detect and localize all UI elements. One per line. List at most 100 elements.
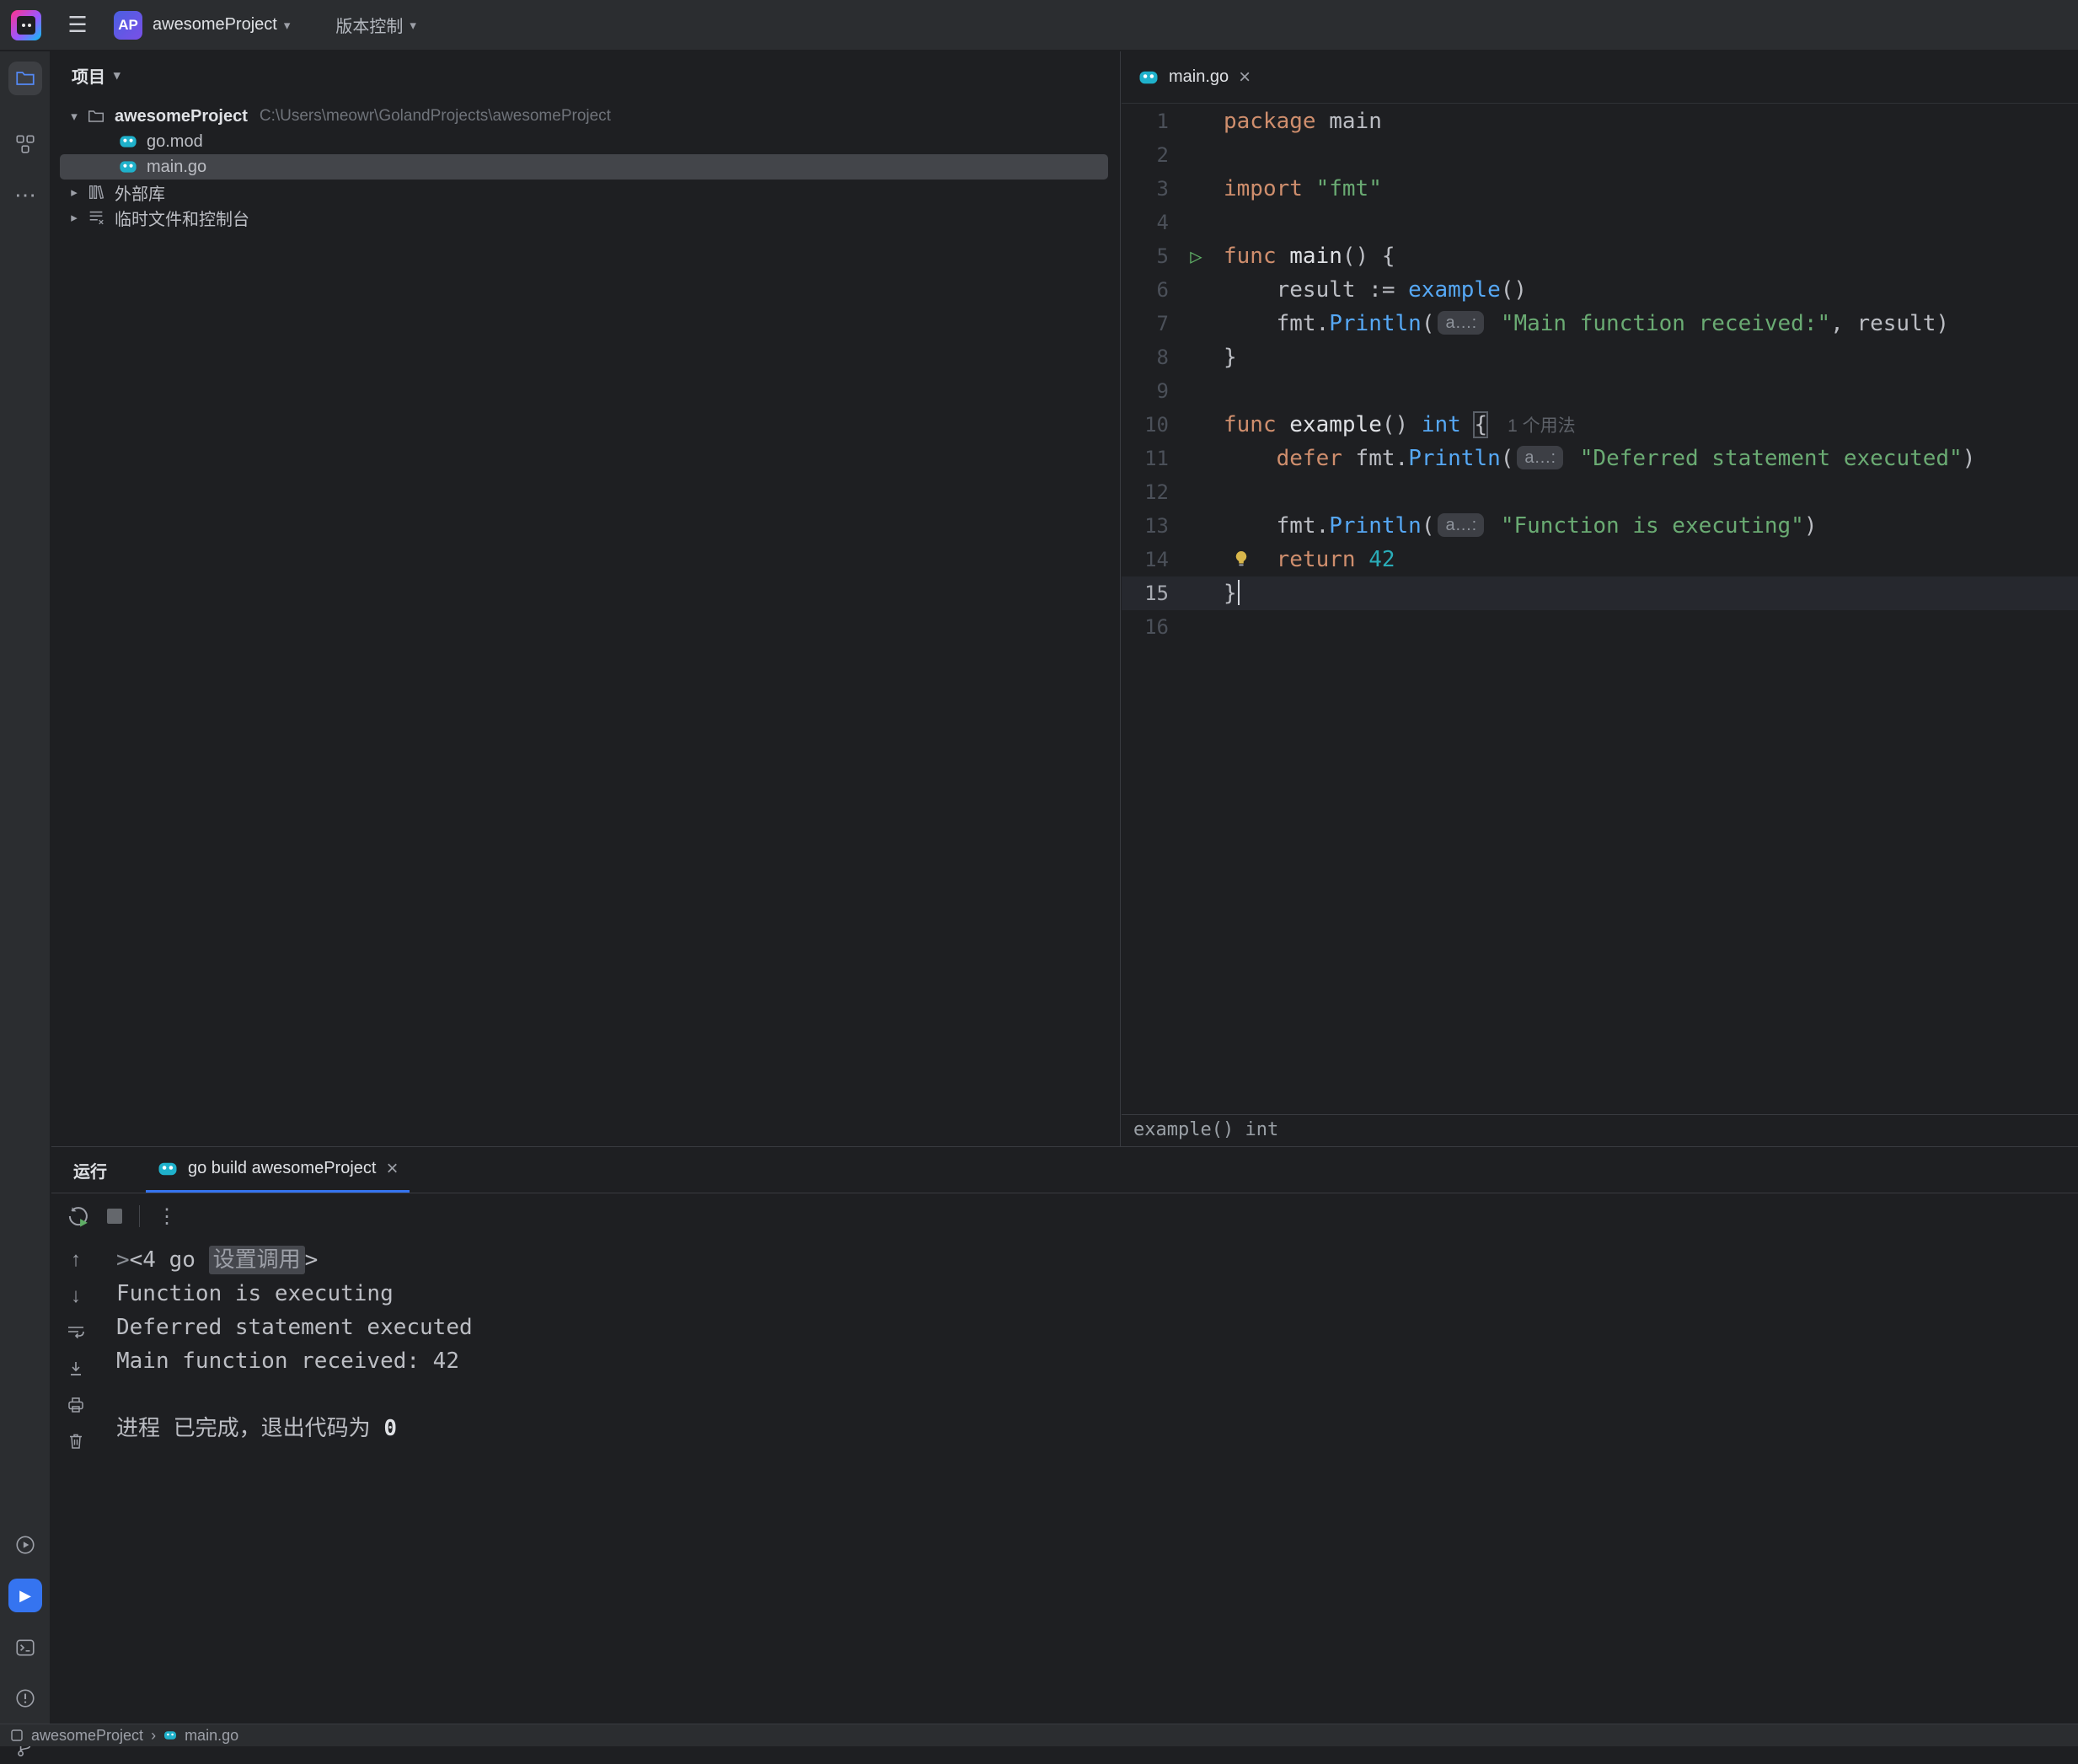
gutter-slot[interactable] — [1169, 374, 1224, 408]
breadcrumb-file[interactable]: main.go — [185, 1727, 238, 1745]
chevron-right-icon[interactable]: ▸ — [63, 210, 85, 225]
project-tool-window-button[interactable] — [8, 62, 42, 95]
tree-row-root[interactable]: ▾ awesomeProject C:\Users\meowr\GolandPr… — [51, 104, 1120, 129]
gutter-slot[interactable] — [1169, 138, 1224, 172]
problems-icon — [14, 1687, 36, 1709]
code-line-15[interactable]: 15} — [1122, 576, 2078, 610]
line-number: 5 — [1122, 239, 1169, 273]
code-line-11[interactable]: 11 defer fmt.Println(a…: "Deferred state… — [1122, 442, 2078, 475]
gutter-slot[interactable] — [1169, 475, 1224, 509]
tree-row-gomod[interactable]: go.mod — [51, 129, 1120, 154]
gutter-slot[interactable] — [1169, 340, 1224, 374]
close-icon[interactable]: × — [1239, 67, 1251, 88]
gutter-slot[interactable] — [1169, 543, 1224, 576]
code-line-4[interactable]: 4 — [1122, 206, 2078, 239]
lightbulb-icon[interactable] — [1232, 550, 1251, 568]
code-line-6[interactable]: 6 result := example() — [1122, 273, 2078, 307]
code-line-9[interactable]: 9 — [1122, 374, 2078, 408]
code-line-3[interactable]: 3import "fmt" — [1122, 172, 2078, 206]
line-number: 12 — [1122, 475, 1169, 509]
code-line-8[interactable]: 8} — [1122, 340, 2078, 374]
tool-window-stripe: ⋯ ▶ — [0, 51, 51, 1724]
tree-row-scratches[interactable]: ▸ 临时文件和控制台 — [51, 205, 1120, 230]
code-line-14[interactable]: 14 return 42 — [1122, 543, 2078, 576]
editor-tab-maingo[interactable]: main.go × — [1122, 51, 1267, 103]
gutter-slot[interactable] — [1169, 105, 1224, 138]
console-line-5 — [116, 1378, 2078, 1412]
arrow-down-icon[interactable]: ↓ — [64, 1284, 88, 1308]
code-line-10[interactable]: 10func example() int {1 个用法 — [1122, 408, 2078, 442]
terminal-tool-window-button[interactable] — [8, 1631, 42, 1665]
gutter-slot[interactable] — [1169, 509, 1224, 543]
gutter-slot[interactable] — [1169, 172, 1224, 206]
run-gutter-icon[interactable]: ▷ — [1190, 239, 1202, 273]
chevron-down-icon: ▾ — [410, 18, 416, 33]
tree-label: 外部库 — [115, 180, 165, 205]
services-tool-window-button[interactable] — [8, 1528, 42, 1562]
more-options-button[interactable]: ⋮ — [157, 1204, 177, 1229]
code-line-2[interactable]: 2 — [1122, 138, 2078, 172]
library-icon — [85, 182, 107, 202]
gutter-slot[interactable] — [1169, 273, 1224, 307]
arrow-up-icon[interactable]: ↑ — [64, 1248, 88, 1272]
problems-tool-window-button[interactable] — [8, 1681, 42, 1715]
line-number: 13 — [1122, 509, 1169, 543]
code-text: defer fmt.Println(a…: "Deferred statemen… — [1224, 442, 1975, 475]
code-line-1[interactable]: 1package main — [1122, 105, 2078, 138]
go-file-icon — [117, 131, 139, 152]
breadcrumb-project[interactable]: awesomeProject — [31, 1727, 143, 1745]
tree-row-maingo[interactable]: main.go — [60, 154, 1108, 180]
code-line-13[interactable]: 13 fmt.Println(a…: "Function is executin… — [1122, 509, 2078, 543]
code-line-5[interactable]: 5▷func main() { — [1122, 239, 2078, 273]
structure-tool-window-button[interactable] — [8, 127, 42, 161]
scroll-to-end-icon[interactable] — [64, 1357, 88, 1381]
main-menu-icon[interactable]: ☰ — [63, 12, 92, 38]
run-tab-label: go build awesomeProject — [188, 1159, 376, 1178]
status-bar: awesomeProject › main.go — [0, 1724, 2078, 1746]
gutter-slot[interactable] — [1169, 442, 1224, 475]
gutter-slot[interactable] — [1169, 408, 1224, 442]
rerun-button[interactable] — [65, 1204, 90, 1229]
editor-tab-bar: main.go × — [1122, 51, 2078, 104]
code-line-16[interactable]: 16 — [1122, 610, 2078, 644]
toolbar-divider — [139, 1205, 140, 1227]
project-panel-header[interactable]: 项目 ▾ — [51, 51, 1120, 99]
code-line-7[interactable]: 7 fmt.Println(a…: "Main function receive… — [1122, 307, 2078, 340]
gutter-slot[interactable] — [1169, 576, 1224, 610]
structure-icon — [14, 133, 36, 155]
console-lines[interactable]: ><4 go 设置调用>Function is executingDeferre… — [116, 1243, 2078, 1724]
parameter-hint-inlay: a…: — [1517, 446, 1563, 469]
project-avatar[interactable]: AP — [114, 11, 142, 40]
tree-row-external-libraries[interactable]: ▸ 外部库 — [51, 180, 1120, 205]
chevron-down-icon[interactable]: ▾ — [63, 109, 85, 124]
soft-wrap-icon[interactable] — [64, 1321, 88, 1344]
run-tool-window-button[interactable]: ▶ — [8, 1579, 42, 1612]
vcs-widget[interactable]: 版本控制 — [335, 13, 403, 37]
chevron-right-icon[interactable]: ▸ — [63, 185, 85, 200]
print-icon[interactable] — [64, 1393, 88, 1417]
project-icon — [10, 1729, 24, 1742]
project-switcher[interactable]: awesomeProject — [153, 15, 277, 35]
gutter-slot[interactable] — [1169, 610, 1224, 644]
editor-tab-label: main.go — [1169, 67, 1229, 87]
line-number: 3 — [1122, 172, 1169, 206]
file-name: main.go — [147, 158, 206, 177]
tree-label: 临时文件和控制台 — [115, 206, 249, 230]
close-icon[interactable]: × — [386, 1159, 398, 1179]
more-tool-windows-button[interactable]: ⋯ — [8, 178, 42, 212]
gutter-slot[interactable]: ▷ — [1169, 239, 1224, 273]
run-panel-title[interactable]: 运行 — [51, 1147, 107, 1193]
run-configuration-tab[interactable]: go build awesomeProject × — [146, 1147, 410, 1193]
rerun-icon — [65, 1204, 90, 1229]
clear-console-icon[interactable] — [64, 1429, 88, 1453]
code-text: } — [1224, 340, 1237, 374]
line-number: 10 — [1122, 408, 1169, 442]
code-editor[interactable]: 1package main23import "fmt"45▷func main(… — [1122, 105, 2078, 1114]
gutter-slot[interactable] — [1169, 307, 1224, 340]
editor-area: main.go × 1package main23import "fmt"45 ▷… — [1122, 51, 2078, 1146]
line-number: 1 — [1122, 105, 1169, 138]
stop-button[interactable] — [107, 1209, 122, 1224]
gutter-slot[interactable] — [1169, 206, 1224, 239]
code-line-12[interactable]: 12 — [1122, 475, 2078, 509]
project-tool-window: 项目 ▾ ▾ awesomeProject C:\Users\meowr\Gol… — [51, 51, 1121, 1146]
